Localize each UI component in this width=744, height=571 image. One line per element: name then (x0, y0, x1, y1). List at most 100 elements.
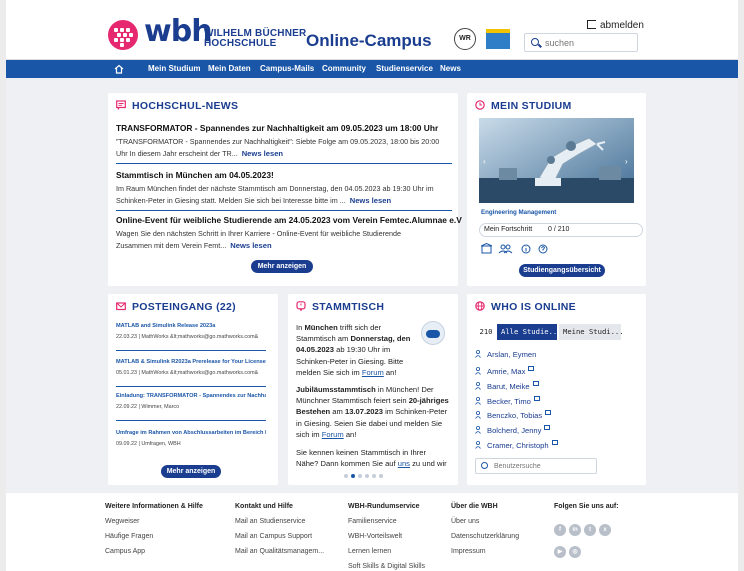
facebook-icon[interactable]: f (554, 524, 566, 536)
news-item[interactable]: Online-Event für weibliche Studierende a… (116, 215, 462, 252)
carousel-dot[interactable] (344, 474, 348, 478)
clock-icon (475, 100, 485, 110)
site-header: wbh WILHELM BÜCHNER HOCHSCHULE Online-Ca… (6, 0, 738, 60)
linkedin-icon[interactable]: in (569, 524, 581, 536)
logo-mark-icon[interactable] (108, 20, 138, 50)
news-headline[interactable]: Online-Event für weibliche Studierende a… (116, 215, 462, 225)
message-icon[interactable] (545, 410, 552, 415)
news-read-link[interactable]: News lesen (242, 149, 283, 158)
footer-link[interactable]: Über uns (451, 518, 519, 525)
stammtisch-card: STAMMTISCH In München trifft sich der St… (288, 294, 458, 485)
footer-link[interactable]: Lernen lernen (348, 548, 425, 555)
message-icon[interactable] (533, 396, 540, 401)
online-count: 210 (475, 324, 497, 340)
news-more-button[interactable]: Mehr anzeigen (251, 260, 313, 273)
footer-link[interactable]: Mail an Qualitätsmanagem... (235, 548, 324, 555)
mail-item[interactable]: Umfrage im Rahmen von Abschlussarbeiten … (116, 430, 266, 447)
search-input[interactable] (545, 36, 633, 50)
person-icon (475, 397, 481, 405)
program-image[interactable]: ‹ › (479, 118, 634, 203)
program-overview-button[interactable]: Studiengangsübersicht (519, 264, 605, 277)
program-name[interactable]: Engineering Management (481, 209, 556, 216)
footer-link[interactable]: Familienservice (348, 518, 425, 525)
footer-link[interactable]: Impressum (451, 548, 519, 555)
online-user[interactable]: Cramer, Christoph (475, 440, 558, 450)
mail-item[interactable]: MATLAB and Simulink Release 2023a 22.03.… (116, 323, 266, 340)
chat-icon (116, 100, 126, 110)
carousel-dot[interactable] (372, 474, 376, 478)
forum-link[interactable]: Forum (322, 430, 344, 439)
footer-link[interactable]: Häufige Fragen (105, 533, 203, 540)
online-user[interactable]: Benczko, Tobias (475, 410, 552, 420)
footer-link[interactable]: Soft Skills & Digital Skills (348, 563, 425, 570)
news-headline[interactable]: TRANSFORMATOR - Spannendes zur Nachhalti… (116, 123, 456, 133)
nav-item-campus-mails[interactable]: Campus-Mails (260, 64, 314, 73)
footer-link[interactable]: Wegweiser (105, 518, 203, 525)
instagram-icon[interactable]: ◎ (569, 546, 581, 558)
user-search-input[interactable] (494, 461, 590, 472)
person-icon (475, 411, 481, 419)
message-icon[interactable] (528, 366, 535, 371)
online-user[interactable]: Bolcherd, Jenny (475, 425, 551, 435)
mail-subject[interactable]: Umfrage im Rahmen von Abschlussarbeiten … (116, 430, 266, 436)
news-read-link[interactable]: News lesen (350, 196, 391, 205)
news-card-title: HOCHSCHUL-NEWS (116, 100, 238, 112)
user-search-box (475, 458, 597, 474)
mail-subject[interactable]: MATLAB and Simulink Release 2023a (116, 323, 266, 329)
nav-item-mein-studium[interactable]: Mein Studium (148, 64, 200, 73)
mail-item[interactable]: Einladung: TRANSFORMATOR - Spannendes zu… (116, 393, 266, 410)
nav-item-studienservice[interactable]: Studienservice (376, 64, 433, 73)
home-icon[interactable] (114, 64, 124, 74)
online-user[interactable]: Barut, Meike (475, 381, 539, 391)
message-icon[interactable] (532, 381, 539, 386)
footer-link[interactable]: Mail an Studienservice (235, 518, 324, 525)
online-user[interactable]: Amrie, Max (475, 366, 535, 376)
nav-item-community[interactable]: Community (322, 64, 366, 73)
divider (116, 386, 266, 387)
online-user[interactable]: Becker, Timo (475, 396, 540, 406)
search-icon[interactable] (531, 38, 539, 46)
tab-my-students[interactable]: Meine Studi... (559, 324, 624, 340)
xing-icon[interactable]: x (599, 524, 611, 536)
online-user[interactable]: Arslan, Eymen (475, 350, 536, 359)
mail-subject[interactable]: Einladung: TRANSFORMATOR - Spannendes zu… (116, 393, 266, 399)
logout-icon (587, 20, 596, 29)
message-icon[interactable] (551, 440, 558, 445)
news-headline[interactable]: Stammtisch in München am 04.05.2023! (116, 170, 456, 180)
search-icon[interactable] (481, 462, 488, 469)
nav-item-news[interactable]: News (440, 64, 461, 73)
globe-icon (475, 301, 485, 311)
progress-field: Mein Fortschritt 0 / 210 (479, 223, 643, 237)
mail-icon (116, 302, 126, 311)
mail-subject[interactable]: MATLAB & Simulink R2023a Prerelease for … (116, 359, 266, 365)
svg-text:›: › (625, 157, 628, 166)
tab-all-students[interactable]: Alle Studie... (497, 324, 562, 340)
news-item[interactable]: TRANSFORMATOR - Spannendes zur Nachhalti… (116, 123, 456, 160)
news-read-link[interactable]: News lesen (230, 241, 271, 250)
building-icon (481, 243, 493, 254)
footer-link[interactable]: WBH-Vorteilswelt (348, 533, 425, 540)
footer-link[interactable]: Campus App (105, 548, 203, 555)
accreditation-badge-icon (486, 29, 510, 49)
carousel-dot[interactable] (358, 474, 362, 478)
studium-card-title: MEIN STUDIUM (475, 100, 572, 112)
logo-wordmark[interactable]: wbh (144, 16, 213, 48)
person-icon (475, 350, 481, 358)
nav-item-mein-daten[interactable]: Mein Daten (208, 64, 251, 73)
forum-link[interactable]: Forum (362, 368, 384, 377)
footer-link[interactable]: Datenschutzerklärung (451, 533, 519, 540)
twitter-icon[interactable]: t (584, 524, 596, 536)
carousel-dot[interactable] (379, 474, 383, 478)
news-item[interactable]: Stammtisch in München am 04.05.2023! Im … (116, 170, 456, 207)
inbox-more-button[interactable]: Mehr anzeigen (161, 465, 221, 478)
message-icon[interactable] (544, 425, 551, 430)
footer-link[interactable]: Mail an Campus Support (235, 533, 324, 540)
mail-item[interactable]: MATLAB & Simulink R2023a Prerelease for … (116, 359, 266, 376)
youtube-icon[interactable]: ▶ (554, 546, 566, 558)
contact-link[interactable]: uns (398, 459, 410, 468)
mail-meta: 09.09.22 | Umfragen, WBH (116, 441, 181, 447)
logout-link[interactable]: abmelden (587, 20, 644, 31)
carousel-dot-active[interactable] (351, 474, 355, 478)
carousel-dot[interactable] (365, 474, 369, 478)
main-nav: Mein Studium Mein Daten Campus-Mails Com… (6, 60, 738, 78)
